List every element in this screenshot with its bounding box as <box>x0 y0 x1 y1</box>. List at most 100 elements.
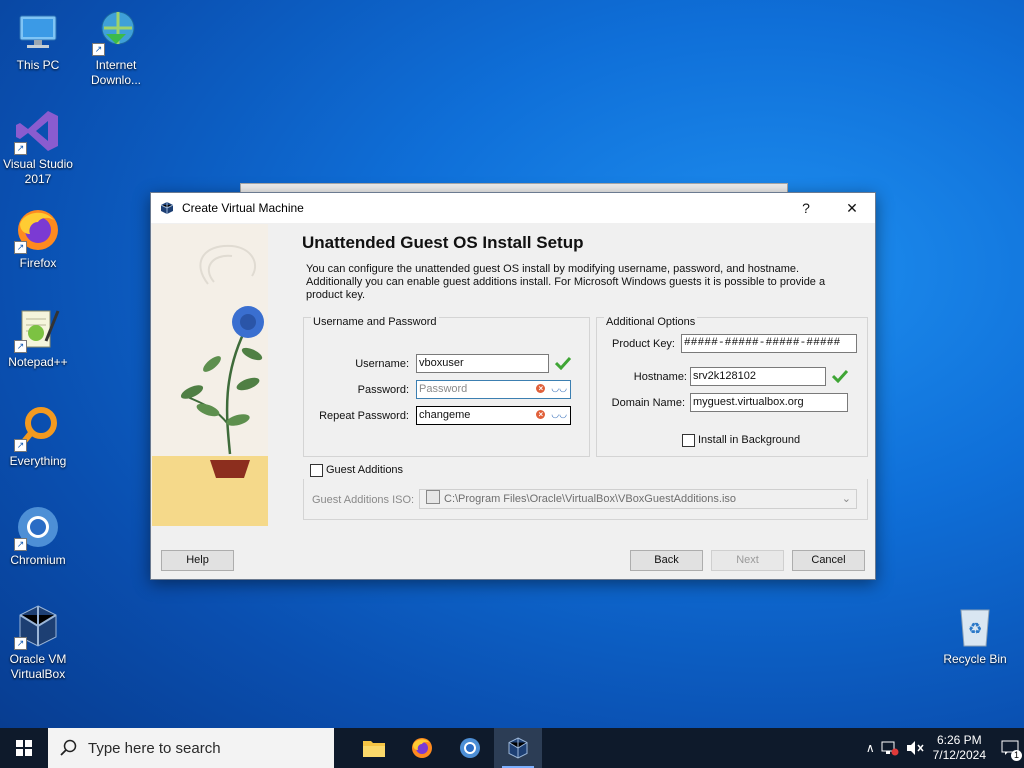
intro-text: You can configure the unattended guest O… <box>306 263 826 301</box>
desktop-icon-label: Everything <box>9 454 67 468</box>
desktop-icon-chromium[interactable]: ↗ Chromium <box>0 503 76 568</box>
svg-text:♻: ♻ <box>968 619 982 638</box>
product-key-field[interactable]: #####-#####-#####-##### <box>681 334 857 353</box>
close-icon[interactable]: ✕ <box>829 193 875 223</box>
desktop-icon-virtualbox[interactable]: ↗ Oracle VM VirtualBox <box>0 602 76 682</box>
username-password-group: Username and Password Username: vboxuser… <box>303 316 590 457</box>
help-button[interactable]: Help <box>161 550 234 571</box>
desktop-icon-label: Oracle VM VirtualBox <box>9 652 67 681</box>
hostname-label: Hostname: <box>633 371 687 383</box>
clock-time: 6:26 PM <box>936 733 982 747</box>
folder-icon <box>363 741 385 757</box>
repeat-password-field[interactable]: changeme × ◡◡ <box>416 406 571 425</box>
valid-check-icon <box>832 369 848 383</box>
dialog-title: Create Virtual Machine <box>182 201 304 215</box>
taskbar-firefox[interactable] <box>398 728 446 768</box>
chromium-icon <box>460 738 480 758</box>
visual-studio-icon: ↗ <box>14 107 62 155</box>
back-button[interactable]: Back <box>630 550 703 571</box>
desktop-icon-label: Internet Downlo... <box>90 58 142 87</box>
taskbar-search-box[interactable]: Type here to search <box>48 728 334 768</box>
clear-icon[interactable]: × <box>536 410 546 419</box>
shortcut-arrow-icon: ↗ <box>14 439 27 452</box>
password-label: Password: <box>357 384 409 396</box>
password-placeholder: Password <box>419 383 468 395</box>
chromium-icon: ↗ <box>14 503 62 551</box>
wizard-illustration <box>152 224 268 526</box>
shortcut-arrow-icon: ↗ <box>92 43 105 56</box>
product-key-label: Product Key: <box>612 338 675 350</box>
computer-icon <box>14 8 62 56</box>
desktop-icon-recycle-bin[interactable]: ♻ Recycle Bin <box>937 602 1013 667</box>
notepad-plus-plus-icon: ↗ <box>14 305 62 353</box>
desktop-icon-this-pc[interactable]: This PC <box>0 8 76 73</box>
desktop-icon-firefox[interactable]: ↗ Firefox <box>0 206 76 271</box>
taskbar-file-explorer[interactable] <box>350 728 398 768</box>
domain-name-field[interactable]: myguest.virtualbox.org <box>690 393 848 412</box>
clear-icon[interactable]: × <box>536 384 546 393</box>
domain-name-label: Domain Name: <box>611 397 685 409</box>
firefox-icon <box>412 738 432 758</box>
install-in-background-label[interactable]: Install in Background <box>698 434 800 446</box>
cancel-button[interactable]: Cancel <box>792 550 865 571</box>
system-tray: ∧ 6:26 PM 7/12/2024 1 <box>860 728 1024 768</box>
group-title: Additional Options <box>604 316 698 328</box>
desktop-icon-label: Recycle Bin <box>943 652 1007 666</box>
install-in-background-checkbox[interactable] <box>682 434 695 447</box>
shortcut-arrow-icon: ↗ <box>14 142 27 155</box>
everything-search-icon: ↗ <box>14 404 62 452</box>
windows-logo-icon <box>16 740 32 756</box>
globe-download-icon: ↗ <box>92 8 140 56</box>
shortcut-arrow-icon: ↗ <box>14 340 27 353</box>
guest-additions-iso-combo[interactable]: C:\Program Files\Oracle\VirtualBox\VBoxG… <box>419 489 857 509</box>
chevron-up-icon[interactable]: ∧ <box>866 741 875 755</box>
disc-icon <box>426 490 440 504</box>
virtualbox-small-icon <box>160 202 174 214</box>
chevron-down-icon: ⌄ <box>841 493 851 505</box>
next-button[interactable]: Next <box>711 550 784 571</box>
shortcut-arrow-icon: ↗ <box>14 637 27 650</box>
group-title: Username and Password <box>311 316 439 328</box>
additional-options-group: Additional Options Product Key: #####-##… <box>596 316 868 457</box>
desktop-icon-visual-studio[interactable]: ↗ Visual Studio 2017 <box>0 107 76 187</box>
username-field[interactable]: vboxuser <box>416 354 549 373</box>
virtualbox-icon <box>508 737 528 759</box>
dialog-body: Unattended Guest OS Install Setup You ca… <box>151 223 875 571</box>
repeat-password-label: Repeat Password: <box>319 410 409 422</box>
repeat-password-value: changeme <box>419 409 471 421</box>
taskbar-clock[interactable]: 6:26 PM 7/12/2024 <box>933 733 986 763</box>
hostname-field[interactable]: srv2k128102 <box>690 367 826 386</box>
firefox-icon: ↗ <box>14 206 62 254</box>
clock-date: 7/12/2024 <box>932 748 986 762</box>
notification-center-button[interactable]: 1 <box>996 728 1024 768</box>
desktop-icon-label: Notepad++ <box>8 355 68 369</box>
guest-additions-checkbox[interactable] <box>310 464 323 477</box>
shortcut-arrow-icon: ↗ <box>14 241 27 254</box>
taskbar: Type here to search ∧ 6:26 PM 7/12/2024 … <box>0 728 1024 768</box>
network-icon[interactable] <box>881 740 899 756</box>
desktop-icon-everything[interactable]: ↗ Everything <box>0 404 76 469</box>
recycle-bin-icon: ♻ <box>951 602 999 650</box>
guest-additions-iso-label: Guest Additions ISO: <box>312 494 415 506</box>
notification-count-badge: 1 <box>1011 750 1022 761</box>
desktop-icon-notepad-plus-plus[interactable]: ↗ Notepad++ <box>0 305 76 370</box>
desktop-icon-internet-download[interactable]: ↗ Internet Downlo... <box>78 8 154 88</box>
page-title: Unattended Guest OS Install Setup <box>302 233 584 252</box>
start-button[interactable] <box>0 728 48 768</box>
desktop-icon-label: Visual Studio 2017 <box>3 157 73 186</box>
virtualbox-icon: ↗ <box>14 602 62 650</box>
search-icon <box>60 739 77 756</box>
taskbar-virtualbox[interactable] <box>494 728 542 768</box>
help-icon[interactable]: ? <box>783 193 829 223</box>
username-label: Username: <box>355 358 409 370</box>
taskbar-chromium[interactable] <box>446 728 494 768</box>
speaker-muted-icon[interactable] <box>905 740 925 756</box>
eye-icon[interactable]: ◡◡ <box>551 410 567 419</box>
eye-icon[interactable]: ◡◡ <box>551 384 567 393</box>
guest-additions-group: Guest Additions ISO: C:\Program Files\Or… <box>303 479 868 520</box>
guest-additions-label[interactable]: Guest Additions <box>326 464 403 476</box>
dialog-titlebar: Create Virtual Machine ? ✕ <box>151 193 875 223</box>
desktop-icon-label: Firefox <box>19 256 57 270</box>
desktop-icon-label: This PC <box>16 58 60 72</box>
password-field[interactable]: Password × ◡◡ <box>416 380 571 399</box>
